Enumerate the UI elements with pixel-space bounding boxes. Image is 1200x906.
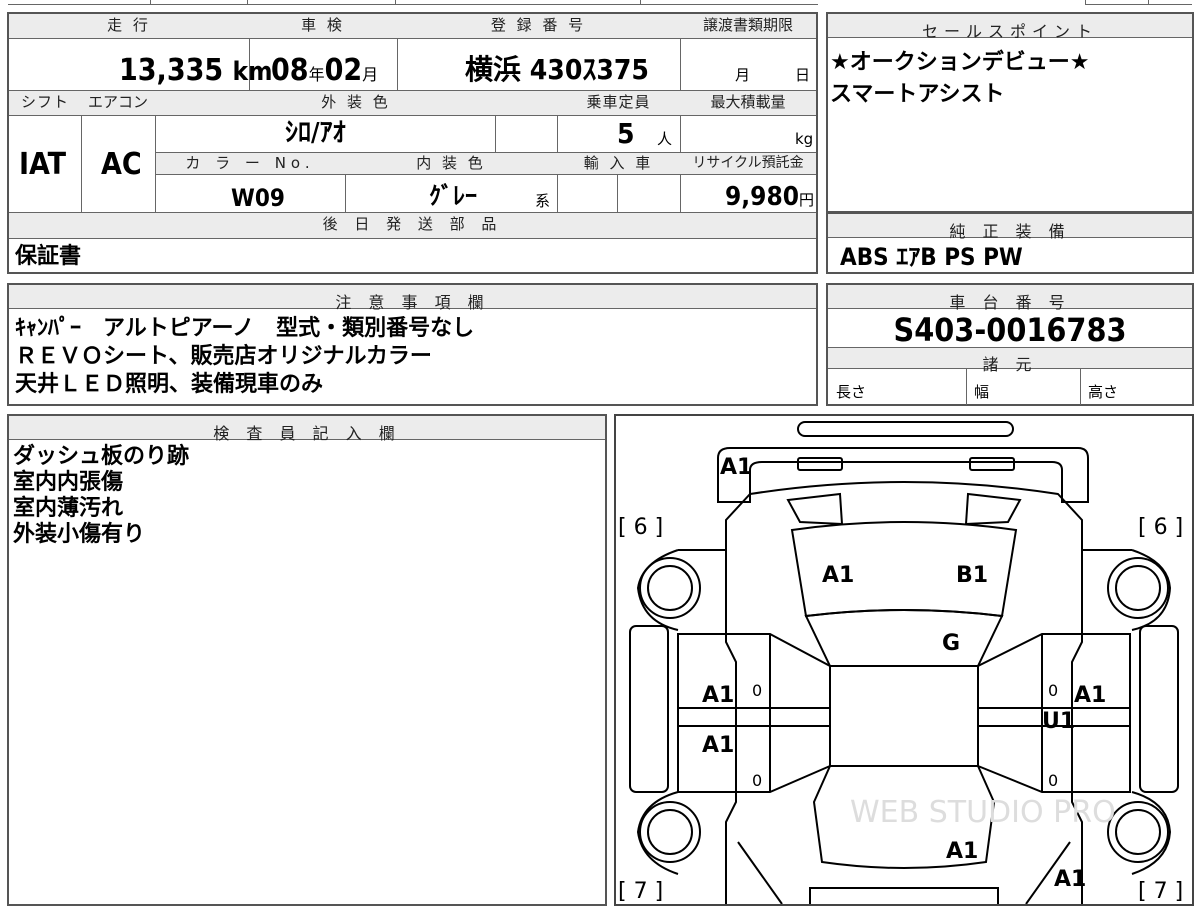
later-parts-label: 後 日 発 送 部 品: [322, 215, 503, 233]
genuine-equipment-header: 純 正 装 備: [828, 214, 1192, 241]
damage-diagram-box: WEB STUDIO PRO [ 6 ] [ 6 ] [ 7 ] [ 7 ] A…: [614, 414, 1194, 906]
diagram-watermark: WEB STUDIO PRO: [850, 795, 1116, 830]
mark-roof-rear: A1: [946, 839, 978, 864]
door-zero-lf: 0: [752, 681, 762, 700]
tire-left-rear: [ 7 ]: [618, 879, 663, 904]
exterior-color-value: ｼﾛ/ｱｵ: [285, 118, 346, 148]
door-zero-rf: 0: [1048, 681, 1058, 700]
spec-length-label: 長さ: [836, 383, 867, 401]
spec-height-label: 高さ: [1088, 383, 1119, 401]
sales-points-box: セールスポイント ★オークションデビュー★ スマートアシスト: [826, 12, 1194, 213]
deadline-month-unit: 月: [735, 66, 751, 84]
door-zero-lr: 0: [752, 771, 762, 790]
tire-right-rear: [ 7 ]: [1138, 879, 1183, 904]
shift-value: IAT: [19, 147, 67, 182]
exterior-color-label: 外 装 色: [321, 93, 391, 111]
mark-right-door-extra: U1: [1042, 709, 1075, 734]
mark-hood-right: B1: [956, 563, 988, 588]
chassis-number: S403-0016783: [893, 311, 1127, 349]
aircon-value: AC: [101, 147, 142, 182]
recycle-label: リサイクル預託金: [692, 155, 804, 171]
capacity-label: 乗車定員: [586, 93, 651, 111]
mileage-value: 13,335 km: [119, 53, 273, 88]
notes-header: 注 意 事 項 欄: [9, 285, 816, 312]
inspector-header: 検 査 員 記 入 欄: [9, 416, 605, 443]
notes-line-1: ｷｬﾝﾊﾟｰ アルトピアーノ 型式・類別番号なし: [15, 316, 475, 341]
interior-color-value: ｸﾞﾚｰ: [429, 182, 477, 210]
mark-rear-right: A1: [1054, 867, 1086, 892]
recycle-fee-value: 9,980円: [725, 182, 815, 212]
genuine-equipment-value: ABS ｴｱB PS PW: [840, 243, 1023, 271]
notes-line-3: 天井ＬＥＤ照明、装備現車のみ: [15, 372, 324, 397]
interior-color-suffix: 系: [535, 192, 551, 210]
inspector-line-3: 室内薄汚れ: [13, 496, 124, 521]
tire-right-front: [ 6 ]: [1138, 515, 1183, 540]
inspector-box: 検 査 員 記 入 欄 ダッシュ板のり跡 室内内張傷 室内薄汚れ 外装小傷有り: [7, 414, 607, 906]
sales-point-line-2: スマートアシスト: [830, 82, 1005, 107]
mark-left-front-door: A1: [702, 683, 734, 708]
mark-hood-left: A1: [822, 563, 854, 588]
spec-width-label: 幅: [974, 383, 990, 401]
interior-color-label: 内 装 色: [416, 154, 486, 172]
capacity-value: 5: [617, 117, 635, 150]
import-label: 輸 入 車: [583, 154, 654, 172]
aircon-label: エアコン: [87, 93, 148, 111]
max-load-label: 最大積載量: [710, 93, 786, 111]
genuine-equipment-box: 純 正 装 備 ABS ｴｱB PS PW: [826, 212, 1194, 274]
later-parts-value: 保証書: [15, 244, 82, 269]
deadline-day-unit: 日: [795, 66, 811, 84]
inspection-label: 車 検: [301, 16, 345, 34]
color-no-value: W09: [231, 184, 285, 212]
sales-points-header: セールスポイント: [828, 14, 1192, 41]
transfer-deadline-label: 譲渡書類期限: [702, 16, 793, 34]
registration-label: 登 録 番 号: [490, 16, 587, 34]
mileage-label: 走 行: [107, 16, 151, 34]
inspection-date: 08年02月: [271, 53, 379, 88]
shift-label: シフト: [20, 93, 69, 111]
mark-left-rear-door: A1: [702, 733, 734, 758]
inspector-line-1: ダッシュ板のり跡: [13, 444, 190, 469]
door-zero-rr: 0: [1048, 771, 1058, 790]
chassis-header: 車 台 番 号: [828, 285, 1192, 312]
capacity-unit: 人: [657, 130, 673, 148]
mark-front-bumper: A1: [720, 455, 752, 480]
sales-point-line-1: ★オークションデビュー★: [830, 50, 1090, 75]
tire-left-front: [ 6 ]: [618, 515, 663, 540]
inspector-line-2: 室内内張傷: [13, 470, 124, 495]
specs-header: 諸 元: [828, 347, 1192, 374]
registration-number: 横浜 430ｽ375: [465, 53, 649, 86]
color-no-label: カ ラ ー No.: [185, 154, 315, 172]
vehicle-info-grid: 走 行 車 検 登 録 番 号 譲渡書類期限 13,335 km 08年02月 …: [7, 12, 818, 274]
notes-line-2: ＲＥＶＯシート、販売店オリジナルカラー: [15, 344, 432, 369]
inspector-line-4: 外装小傷有り: [13, 522, 146, 547]
chassis-box: 車 台 番 号 S403-0016783 諸 元 長さ 幅 高さ: [826, 283, 1194, 406]
top-strip: [0, 0, 1200, 6]
mark-right-front-door: A1: [1074, 683, 1106, 708]
car-diagram: WEB STUDIO PRO [ 6 ] [ 6 ] [ 7 ] [ 7 ] A…: [618, 421, 1183, 904]
mark-windshield: G: [942, 631, 960, 656]
notes-box: 注 意 事 項 欄 ｷｬﾝﾊﾟｰ アルトピアーノ 型式・類別番号なし ＲＥＶＯシ…: [7, 283, 818, 406]
max-load-unit: kg: [795, 130, 814, 148]
